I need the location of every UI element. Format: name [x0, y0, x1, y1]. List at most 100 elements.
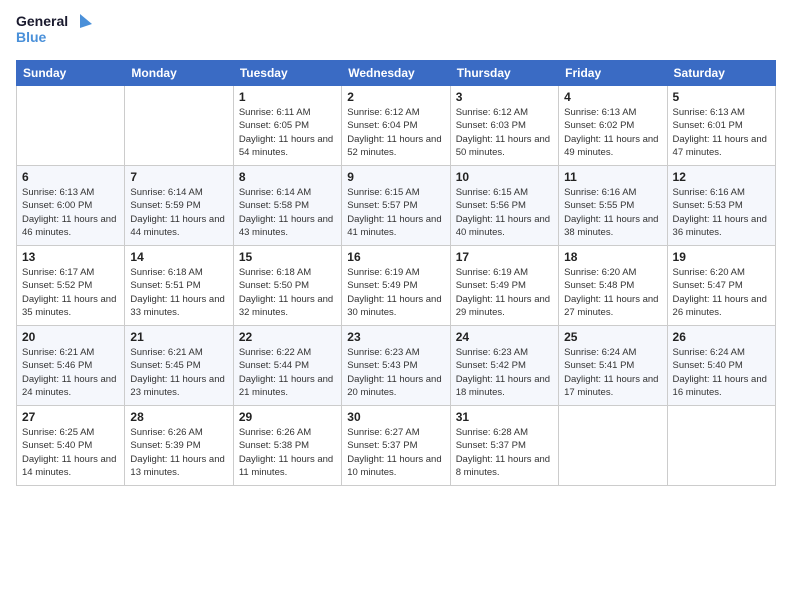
day-number: 16 [347, 250, 444, 264]
day-info: Sunrise: 6:21 AM Sunset: 5:45 PM Dayligh… [130, 346, 227, 399]
day-number: 11 [564, 170, 661, 184]
svg-text:General: General [16, 13, 68, 29]
weekday-header-friday: Friday [559, 61, 667, 86]
day-info: Sunrise: 6:12 AM Sunset: 6:03 PM Dayligh… [456, 106, 553, 159]
calendar-day-cell: 30Sunrise: 6:27 AM Sunset: 5:37 PM Dayli… [342, 406, 450, 486]
day-info: Sunrise: 6:15 AM Sunset: 5:56 PM Dayligh… [456, 186, 553, 239]
day-info: Sunrise: 6:13 AM Sunset: 6:00 PM Dayligh… [22, 186, 119, 239]
day-number: 27 [22, 410, 119, 424]
day-info: Sunrise: 6:13 AM Sunset: 6:01 PM Dayligh… [673, 106, 770, 159]
calendar-day-cell: 27 Sunrise: 6:25 AM Sunset: 5:40 PM Dayli… [17, 406, 125, 486]
calendar-day-cell: 9 Sunrise: 6:15 AM Sunset: 5:57 PM Daylig… [342, 166, 450, 246]
day-number: 1 [239, 90, 336, 104]
calendar-week-row: 20Sunrise: 6:21 AM Sunset: 5:46 PM Dayli… [17, 326, 776, 406]
day-info: Sunrise: 6:19 AM Sunset: 5:49 PM Dayligh… [456, 266, 553, 319]
day-number: 17 [456, 250, 553, 264]
day-number: 21 [130, 330, 227, 344]
day-number: 5 [673, 90, 770, 104]
day-number: 6 [22, 170, 119, 184]
day-number: 4 [564, 90, 661, 104]
calendar-day-cell: 14 Sunrise: 6:18 AM Sunset: 5:51 PM Dayli… [125, 246, 233, 326]
calendar-day-cell: 15 Sunrise: 6:18 AM Sunset: 5:50 PM Dayli… [233, 246, 341, 326]
calendar-day-cell: 10 Sunrise: 6:15 AM Sunset: 5:56 PM Dayli… [450, 166, 558, 246]
day-number: 12 [673, 170, 770, 184]
calendar-header-row: SundayMondayTuesdayWednesdayThursdayFrid… [17, 61, 776, 86]
calendar-week-row: 27 Sunrise: 6:25 AM Sunset: 5:40 PM Dayli… [17, 406, 776, 486]
day-info: Sunrise: 6:28 AM Sunset: 5:37 PM Dayligh… [456, 426, 553, 479]
day-number: 8 [239, 170, 336, 184]
day-info: Sunrise: 6:16 AM Sunset: 5:55 PM Dayligh… [564, 186, 661, 239]
day-number: 23 [347, 330, 444, 344]
day-number: 30 [347, 410, 444, 424]
day-info: Sunrise: 6:20 AM Sunset: 5:48 PM Dayligh… [564, 266, 661, 319]
day-info: Sunrise: 6:18 AM Sunset: 5:50 PM Dayligh… [239, 266, 336, 319]
day-number: 19 [673, 250, 770, 264]
calendar-day-cell: 11 Sunrise: 6:16 AM Sunset: 5:55 PM Dayli… [559, 166, 667, 246]
day-info: Sunrise: 6:12 AM Sunset: 6:04 PM Dayligh… [347, 106, 444, 159]
day-number: 2 [347, 90, 444, 104]
day-info: Sunrise: 6:26 AM Sunset: 5:39 PM Dayligh… [130, 426, 227, 479]
calendar-day-cell: 1 Sunrise: 6:11 AM Sunset: 6:05 PM Daylig… [233, 86, 341, 166]
day-number: 10 [456, 170, 553, 184]
day-number: 15 [239, 250, 336, 264]
day-number: 7 [130, 170, 227, 184]
day-number: 26 [673, 330, 770, 344]
weekday-header-saturday: Saturday [667, 61, 775, 86]
day-number: 25 [564, 330, 661, 344]
day-number: 29 [239, 410, 336, 424]
day-number: 18 [564, 250, 661, 264]
day-info: Sunrise: 6:17 AM Sunset: 5:52 PM Dayligh… [22, 266, 119, 319]
calendar-day-cell: 5 Sunrise: 6:13 AM Sunset: 6:01 PM Daylig… [667, 86, 775, 166]
day-number: 9 [347, 170, 444, 184]
day-info: Sunrise: 6:19 AM Sunset: 5:49 PM Dayligh… [347, 266, 444, 319]
day-number: 14 [130, 250, 227, 264]
calendar-day-cell: 19 Sunrise: 6:20 AM Sunset: 5:47 PM Dayli… [667, 246, 775, 326]
day-info: Sunrise: 6:26 AM Sunset: 5:38 PM Dayligh… [239, 426, 336, 479]
calendar-day-cell: 31 Sunrise: 6:28 AM Sunset: 5:37 PM Dayli… [450, 406, 558, 486]
calendar-week-row: 13 Sunrise: 6:17 AM Sunset: 5:52 PM Dayli… [17, 246, 776, 326]
weekday-header-thursday: Thursday [450, 61, 558, 86]
day-info: Sunrise: 6:24 AM Sunset: 5:41 PM Dayligh… [564, 346, 661, 399]
day-info: Sunrise: 6:21 AM Sunset: 5:46 PM Dayligh… [22, 346, 119, 399]
day-info: Sunrise: 6:22 AM Sunset: 5:44 PM Dayligh… [239, 346, 336, 399]
calendar-day-cell: 17 Sunrise: 6:19 AM Sunset: 5:49 PM Dayli… [450, 246, 558, 326]
calendar-day-cell [17, 86, 125, 166]
calendar-day-cell: 2 Sunrise: 6:12 AM Sunset: 6:04 PM Daylig… [342, 86, 450, 166]
calendar-day-cell: 26 Sunrise: 6:24 AM Sunset: 5:40 PM Dayli… [667, 326, 775, 406]
day-info: Sunrise: 6:18 AM Sunset: 5:51 PM Dayligh… [130, 266, 227, 319]
day-info: Sunrise: 6:25 AM Sunset: 5:40 PM Dayligh… [22, 426, 119, 479]
day-info: Sunrise: 6:11 AM Sunset: 6:05 PM Dayligh… [239, 106, 336, 159]
calendar-day-cell [559, 406, 667, 486]
calendar-day-cell: 29 Sunrise: 6:26 AM Sunset: 5:38 PM Dayli… [233, 406, 341, 486]
calendar-day-cell: 16 Sunrise: 6:19 AM Sunset: 5:49 PM Dayli… [342, 246, 450, 326]
logo-svg: General Blue [16, 10, 96, 52]
calendar-day-cell: 18 Sunrise: 6:20 AM Sunset: 5:48 PM Dayli… [559, 246, 667, 326]
calendar-day-cell [125, 86, 233, 166]
weekday-header-sunday: Sunday [17, 61, 125, 86]
day-info: Sunrise: 6:14 AM Sunset: 5:59 PM Dayligh… [130, 186, 227, 239]
day-number: 22 [239, 330, 336, 344]
logo: General Blue [16, 10, 96, 52]
day-info: Sunrise: 6:16 AM Sunset: 5:53 PM Dayligh… [673, 186, 770, 239]
svg-text:Blue: Blue [16, 29, 47, 45]
day-info: Sunrise: 6:23 AM Sunset: 5:42 PM Dayligh… [456, 346, 553, 399]
day-number: 3 [456, 90, 553, 104]
day-number: 31 [456, 410, 553, 424]
day-number: 13 [22, 250, 119, 264]
calendar-table: SundayMondayTuesdayWednesdayThursdayFrid… [16, 60, 776, 486]
day-info: Sunrise: 6:14 AM Sunset: 5:58 PM Dayligh… [239, 186, 336, 239]
calendar-day-cell: 21 Sunrise: 6:21 AM Sunset: 5:45 PM Dayli… [125, 326, 233, 406]
calendar-day-cell: 6 Sunrise: 6:13 AM Sunset: 6:00 PM Daylig… [17, 166, 125, 246]
day-number: 28 [130, 410, 227, 424]
day-info: Sunrise: 6:20 AM Sunset: 5:47 PM Dayligh… [673, 266, 770, 319]
calendar-day-cell: 28 Sunrise: 6:26 AM Sunset: 5:39 PM Dayli… [125, 406, 233, 486]
calendar-day-cell: 7 Sunrise: 6:14 AM Sunset: 5:59 PM Daylig… [125, 166, 233, 246]
day-info: Sunrise: 6:15 AM Sunset: 5:57 PM Dayligh… [347, 186, 444, 239]
day-info: Sunrise: 6:23 AM Sunset: 5:43 PM Dayligh… [347, 346, 444, 399]
day-number: 24 [456, 330, 553, 344]
day-info: Sunrise: 6:24 AM Sunset: 5:40 PM Dayligh… [673, 346, 770, 399]
calendar-day-cell: 8 Sunrise: 6:14 AM Sunset: 5:58 PM Daylig… [233, 166, 341, 246]
calendar-day-cell: 22 Sunrise: 6:22 AM Sunset: 5:44 PM Dayli… [233, 326, 341, 406]
calendar-day-cell [667, 406, 775, 486]
calendar-day-cell: 3 Sunrise: 6:12 AM Sunset: 6:03 PM Daylig… [450, 86, 558, 166]
